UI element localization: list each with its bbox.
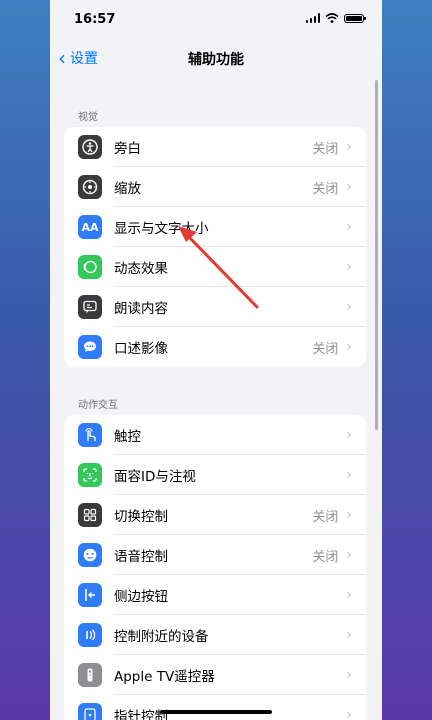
settings-row-audio-description[interactable]: 口述影像 关闭 › — [64, 327, 366, 367]
face-id-icon — [78, 463, 102, 487]
switch-control-icon — [78, 503, 102, 527]
spoken-content-icon — [78, 295, 102, 319]
chevron-right-icon: › — [346, 339, 352, 355]
scroll-indicator[interactable] — [375, 80, 378, 430]
phone-screen: 16:57 ‹ 设置 辅助功能 视觉 旁白 关闭 › 缩放 关闭 › AA 显示… — [50, 0, 382, 720]
row-value: 关闭 — [312, 341, 339, 357]
audio-description-icon — [78, 335, 102, 359]
display-text-size-icon: AA — [78, 215, 102, 239]
chevron-right-icon: › — [346, 507, 352, 523]
chevron-right-icon: › — [346, 547, 352, 563]
voiceover-icon — [78, 135, 102, 159]
row-value: 关闭 — [312, 141, 339, 157]
chevron-right-icon: › — [346, 179, 352, 195]
home-indicator[interactable] — [160, 710, 272, 714]
interaction-settings-group: 触控 › 面容ID与注视 › 切换控制 关闭 › 语音控制 关闭 › 侧边按钮 … — [64, 415, 366, 720]
settings-row-apple-tv-remote[interactable]: Apple TV遥控器 › — [64, 655, 366, 695]
settings-row-control-nearby-devices[interactable]: 控制附近的设备 › — [64, 615, 366, 655]
vision-settings-group: 旁白 关闭 › 缩放 关闭 › AA 显示与文字大小 › 动态效果 › 朗读内容… — [64, 127, 366, 367]
navigation-bar: ‹ 设置 辅助功能 — [50, 40, 382, 76]
settings-row-zoom[interactable]: 缩放 关闭 › — [64, 167, 366, 207]
row-label: 显示与文字大小 — [114, 221, 209, 237]
battery-icon — [344, 13, 366, 23]
chevron-right-icon: › — [346, 219, 352, 235]
row-label: 切换控制 — [114, 509, 168, 525]
chevron-right-icon: › — [346, 299, 352, 315]
row-label: 控制附近的设备 — [114, 629, 209, 645]
chevron-right-icon: › — [346, 627, 352, 643]
chevron-right-icon: › — [346, 707, 352, 720]
row-label: 触控 — [114, 429, 141, 445]
status-icons — [305, 13, 366, 23]
pointer-control-icon — [78, 703, 102, 720]
chevron-right-icon: › — [346, 139, 352, 155]
settings-row-motion[interactable]: 动态效果 › — [64, 247, 366, 287]
settings-row-switch-control[interactable]: 切换控制 关闭 › — [64, 495, 366, 535]
settings-row-spoken-content[interactable]: 朗读内容 › — [64, 287, 366, 327]
section-label-interaction: 动作交互 — [78, 400, 118, 411]
row-label: Apple TV遥控器 — [114, 669, 215, 685]
chevron-right-icon: › — [346, 587, 352, 603]
motion-icon — [78, 255, 102, 279]
wifi-icon — [325, 13, 339, 23]
row-value: 关闭 — [312, 509, 339, 525]
settings-row-display-text-size[interactable]: AA 显示与文字大小 › — [64, 207, 366, 247]
settings-row-side-button[interactable]: 侧边按钮 › — [64, 575, 366, 615]
nearby-devices-icon — [78, 623, 102, 647]
row-label: 朗读内容 — [114, 301, 168, 317]
cellular-signal-icon — [305, 13, 320, 23]
side-button-icon — [78, 583, 102, 607]
chevron-right-icon: › — [346, 259, 352, 275]
row-label: 侧边按钮 — [114, 589, 168, 605]
row-label: 语音控制 — [114, 549, 168, 565]
status-bar: 16:57 — [50, 0, 382, 40]
row-label: 缩放 — [114, 181, 141, 197]
row-label: 动态效果 — [114, 261, 168, 277]
chevron-right-icon: › — [346, 467, 352, 483]
section-label-vision: 视觉 — [78, 112, 98, 123]
row-value: 关闭 — [312, 549, 339, 565]
settings-row-voiceover[interactable]: 旁白 关闭 › — [64, 127, 366, 167]
settings-row-face-id-attention[interactable]: 面容ID与注视 › — [64, 455, 366, 495]
settings-row-voice-control[interactable]: 语音控制 关闭 › — [64, 535, 366, 575]
chevron-right-icon: › — [346, 667, 352, 683]
page-title: 辅助功能 — [188, 52, 244, 68]
zoom-icon — [78, 175, 102, 199]
touch-icon — [78, 423, 102, 447]
row-label: 口述影像 — [114, 341, 168, 357]
settings-row-touch[interactable]: 触控 › — [64, 415, 366, 455]
apple-tv-remote-icon — [78, 663, 102, 687]
voice-control-icon — [78, 543, 102, 567]
status-time: 16:57 — [74, 12, 116, 27]
chevron-right-icon: › — [346, 427, 352, 443]
row-label: 面容ID与注视 — [114, 469, 196, 485]
row-label: 旁白 — [114, 141, 141, 157]
row-value: 关闭 — [312, 181, 339, 197]
settings-row-pointer-control[interactable]: 指针控制 › — [64, 695, 366, 720]
